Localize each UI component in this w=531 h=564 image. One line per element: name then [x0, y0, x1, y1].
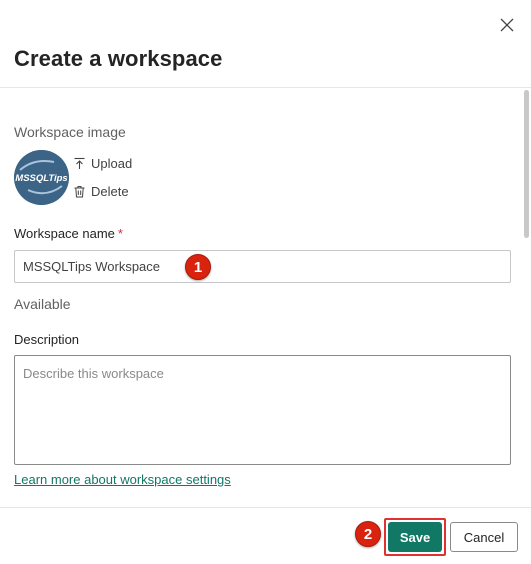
required-asterisk: *: [117, 226, 123, 241]
annotation-marker-1: 1: [185, 254, 211, 280]
delete-label: Delete: [91, 184, 129, 199]
availability-status: Available: [14, 296, 71, 312]
workspace-name-label: Workspace name *: [14, 226, 123, 241]
scrollbar-thumb[interactable]: [524, 90, 529, 238]
create-workspace-panel: Create a workspace Workspace image MSSQL…: [0, 0, 531, 564]
header-divider: [0, 87, 531, 88]
avatar-text: MSSQLTips: [15, 173, 67, 184]
description-textarea[interactable]: [14, 355, 511, 465]
close-button[interactable]: [496, 14, 518, 36]
trash-icon: [74, 186, 85, 198]
upload-icon: [74, 157, 85, 169]
cancel-button[interactable]: Cancel: [450, 522, 518, 552]
workspace-name-label-text: Workspace name: [14, 226, 115, 241]
annotation-marker-2: 2: [355, 521, 381, 547]
description-label: Description: [14, 332, 80, 347]
upload-button[interactable]: Upload: [73, 156, 132, 171]
workspace-image-label: Workspace image: [14, 124, 126, 140]
close-icon: [500, 18, 514, 32]
delete-button[interactable]: Delete: [73, 184, 129, 199]
save-button[interactable]: Save: [388, 522, 442, 552]
workspace-name-input[interactable]: [14, 250, 511, 283]
learn-more-link[interactable]: Learn more about workspace settings: [14, 472, 231, 487]
footer-divider: [0, 507, 531, 508]
workspace-avatar: MSSQLTips: [14, 150, 69, 205]
upload-label: Upload: [91, 156, 133, 171]
dialog-title: Create a workspace: [14, 46, 223, 71]
mssqltips-logo-icon: MSSQLTips: [14, 150, 69, 205]
